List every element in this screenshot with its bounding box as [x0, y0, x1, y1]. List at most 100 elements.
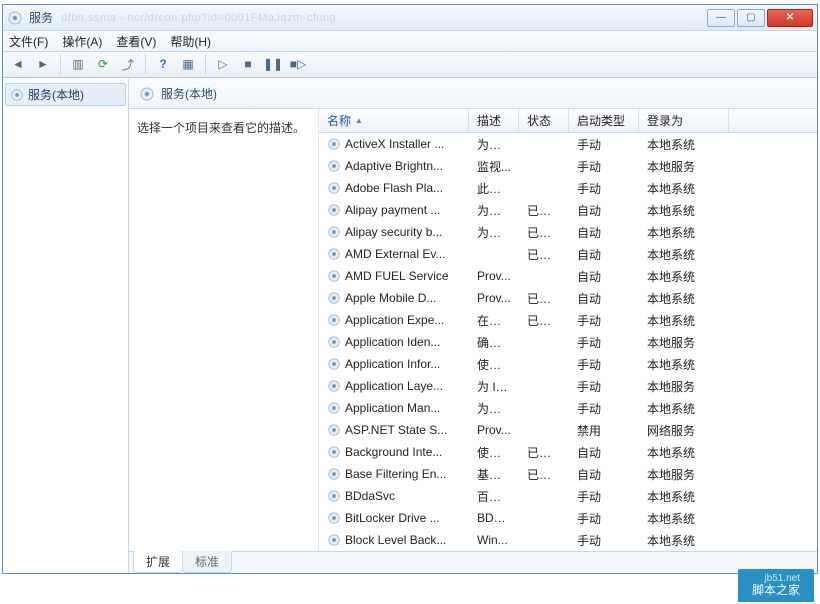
cell-desc: 为从… [469, 136, 519, 153]
table-row[interactable]: Adobe Flash Pla...此服…手动本地系统 [319, 177, 817, 199]
cell-name: Application Expe... [319, 313, 469, 327]
nav-services-local[interactable]: 服务(本地) [5, 83, 126, 106]
cell-name: Adaptive Brightn... [319, 159, 469, 173]
view-tabs: 扩展 标准 [129, 551, 817, 573]
cell-logon: 网络服务 [639, 422, 729, 439]
cell-desc: 为支… [469, 202, 519, 219]
table-row[interactable]: Application Infor...使用…手动本地系统 [319, 353, 817, 375]
cell-name: Background Inte... [319, 445, 469, 459]
table-row[interactable]: BitLocker Drive ...BDE...手动本地系统 [319, 507, 817, 529]
cell-desc: 使用… [469, 356, 519, 373]
window-subtitle: dfbn.ssma - ncr/drcon.php?id=0001FMaJqzm… [61, 12, 707, 24]
export-button[interactable]: ⤴ [117, 53, 139, 75]
menu-help[interactable]: 帮助(H) [170, 33, 211, 50]
services-icon [7, 10, 23, 26]
table-row[interactable]: Block Level Back...Win...手动本地系统 [319, 529, 817, 551]
menu-action[interactable]: 操作(A) [62, 33, 102, 50]
cell-status: 已启动 [519, 444, 569, 461]
table-row[interactable]: Alipay security b...为支…已启动自动本地系统 [319, 221, 817, 243]
cell-startup: 自动 [569, 246, 639, 263]
cell-name: ActiveX Installer ... [319, 137, 469, 151]
description-pane: 选择一个项目来查看它的描述。 [129, 109, 319, 551]
col-logon[interactable]: 登录为 [639, 109, 729, 132]
table-row[interactable]: Base Filtering En...基本…已启动自动本地服务 [319, 463, 817, 485]
titlebar[interactable]: 服务 dfbn.ssma - ncr/drcon.php?id=0001FMaJ… [3, 5, 817, 31]
start-button[interactable]: ▷ [212, 53, 234, 75]
cell-startup: 自动 [569, 466, 639, 483]
cell-name: Base Filtering En... [319, 467, 469, 481]
table-row[interactable]: Application Man...为通…手动本地系统 [319, 397, 817, 419]
cell-status: 已启动 [519, 290, 569, 307]
cell-desc: Prov... [469, 291, 519, 305]
close-button[interactable]: ✕ [767, 9, 813, 27]
cell-logon: 本地系统 [639, 136, 729, 153]
cell-startup: 手动 [569, 532, 639, 549]
table-row[interactable]: AMD FUEL ServiceProv...自动本地系统 [319, 265, 817, 287]
table-row[interactable]: Application Iden...确定…手动本地服务 [319, 331, 817, 353]
cell-desc: 为通… [469, 400, 519, 417]
cell-startup: 手动 [569, 180, 639, 197]
cell-desc: 为支… [469, 224, 519, 241]
properties-button[interactable]: ▦ [177, 53, 199, 75]
cell-name: Application Infor... [319, 357, 469, 371]
cell-logon: 本地系统 [639, 202, 729, 219]
col-desc[interactable]: 描述 [469, 109, 519, 132]
gear-icon [327, 159, 341, 173]
cell-desc: 为 In… [469, 378, 519, 395]
table-row[interactable]: Application Laye...为 In…手动本地服务 [319, 375, 817, 397]
cell-desc: 此服… [469, 180, 519, 197]
cell-status: 已启动 [519, 224, 569, 241]
tab-extended[interactable]: 扩展 [133, 551, 183, 573]
restart-button[interactable]: ■▷ [287, 53, 309, 75]
table-row[interactable]: Background Inte...使用…已启动自动本地系统 [319, 441, 817, 463]
show-hide-tree-button[interactable]: ▥ [67, 53, 89, 75]
stop-button[interactable]: ■ [237, 53, 259, 75]
gear-icon [327, 423, 341, 437]
cell-logon: 本地系统 [639, 488, 729, 505]
table-row[interactable]: Adaptive Brightn...监视...手动本地服务 [319, 155, 817, 177]
content: 服务(本地) 选择一个项目来查看它的描述。 名称▲ 描述 状态 启动类型 登录为… [129, 79, 817, 573]
window-title: 服务 [29, 9, 53, 26]
tab-standard[interactable]: 标准 [182, 551, 232, 573]
table-row[interactable]: ActiveX Installer ...为从… 手动本地系统 [319, 133, 817, 155]
col-startup[interactable]: 启动类型 [569, 109, 639, 132]
table-row[interactable]: Alipay payment ...为支…已启动自动本地系统 [319, 199, 817, 221]
maximize-button[interactable]: ▢ [737, 9, 765, 27]
service-rows[interactable]: ActiveX Installer ...为从…手动本地系统Adaptive B… [319, 133, 817, 551]
forward-button[interactable]: ► [32, 53, 54, 75]
col-name[interactable]: 名称▲ [319, 109, 469, 132]
refresh-button[interactable]: ⟳ [92, 53, 114, 75]
toolbar-separator [60, 54, 61, 74]
content-main: 选择一个项目来查看它的描述。 名称▲ 描述 状态 启动类型 登录为 Active… [129, 109, 817, 551]
cell-logon: 本地系统 [639, 444, 729, 461]
toolbar: ◄ ► ▥ ⟳ ⤴ ? ▦ ▷ ■ ❚❚ ■▷ [3, 52, 817, 78]
gear-icon [327, 247, 341, 261]
cell-name: AMD External Ev... [319, 247, 469, 261]
cell-name: Application Laye... [319, 379, 469, 393]
cell-desc: Prov... [469, 269, 519, 283]
col-status[interactable]: 状态 [519, 109, 569, 132]
toolbar-separator [205, 54, 206, 74]
gear-icon [327, 511, 341, 525]
table-row[interactable]: Application Expe...在应…已启动手动本地系统 [319, 309, 817, 331]
menu-file[interactable]: 文件(F) [9, 33, 48, 50]
menu-view[interactable]: 查看(V) [116, 33, 156, 50]
gear-icon [327, 269, 341, 283]
cell-startup: 手动 [569, 136, 639, 153]
cell-name: ASP.NET State S... [319, 423, 469, 437]
gear-icon [327, 225, 341, 239]
table-row[interactable]: Apple Mobile D...Prov...已启动自动本地系统 [319, 287, 817, 309]
cell-logon: 本地系统 [639, 224, 729, 241]
table-row[interactable]: AMD External Ev...已启动自动本地系统 [319, 243, 817, 265]
watermark-text: 脚本之家 [752, 583, 800, 597]
back-button[interactable]: ◄ [7, 53, 29, 75]
cell-logon: 本地系统 [639, 510, 729, 527]
table-row[interactable]: ASP.NET State S...Prov...禁用网络服务 [319, 419, 817, 441]
pause-button[interactable]: ❚❚ [262, 53, 284, 75]
cell-logon: 本地系统 [639, 290, 729, 307]
gear-icon [327, 533, 341, 547]
minimize-button[interactable]: — [707, 9, 735, 27]
table-row[interactable]: BDdaSvc百度…手动本地系统 [319, 485, 817, 507]
cell-logon: 本地系统 [639, 180, 729, 197]
help-button[interactable]: ? [152, 53, 174, 75]
